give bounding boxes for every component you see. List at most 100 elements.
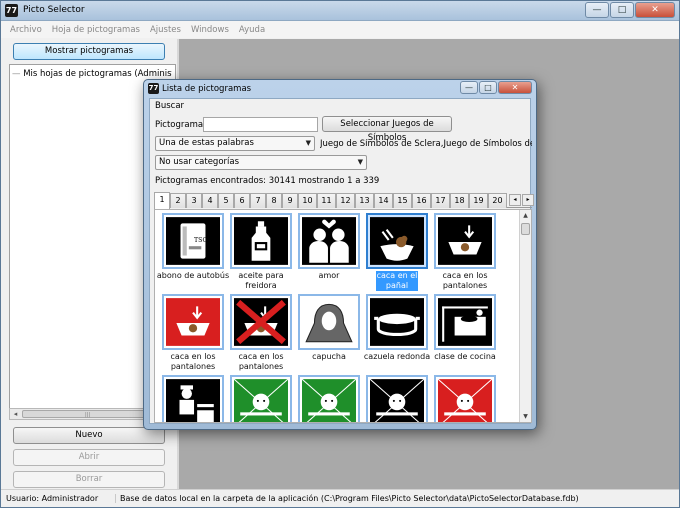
menu-bar: Archivo Hoja de pictogramas Ajustes Wind…	[1, 21, 679, 38]
tab-11[interactable]: 11	[317, 193, 336, 208]
tab-15[interactable]: 15	[393, 193, 412, 208]
tab-5[interactable]: 5	[218, 193, 234, 208]
pictogram-search-input[interactable]	[203, 117, 318, 132]
window-title: Picto Selector	[23, 5, 85, 15]
pictogram-thumbnail[interactable]	[298, 294, 360, 350]
pictogram-label: Pictograma	[155, 120, 204, 130]
pictogram-thumbnail[interactable]	[434, 213, 496, 269]
bus-pass-icon: TSC	[166, 217, 220, 265]
scroll-up-icon[interactable]: ▲	[520, 210, 531, 221]
pictogram-thumbnail[interactable]	[366, 294, 428, 350]
tab-7[interactable]: 7	[250, 193, 266, 208]
close-button[interactable]: ✕	[635, 2, 675, 18]
chevron-down-icon: ▼	[357, 158, 363, 166]
tab-9[interactable]: 9	[282, 193, 298, 208]
tab-17[interactable]: 17	[431, 193, 450, 208]
select-symbol-sets-button[interactable]: Seleccionar Juegos de Símbolos	[322, 116, 452, 143]
pictogram-thumbnail[interactable]	[230, 213, 292, 269]
tab-1[interactable]: 1	[154, 192, 170, 209]
svg-text:TSC: TSC	[194, 237, 207, 244]
love-couple-icon	[302, 217, 356, 265]
tab-scroll-left-icon[interactable]: ◂	[509, 194, 521, 206]
word-mode-value: Una de estas palabras	[159, 138, 254, 148]
tab-6[interactable]: 6	[234, 193, 250, 208]
pictogram-caption: cazuela redonda	[363, 352, 431, 361]
tab-12[interactable]: 12	[336, 193, 355, 208]
menu-archivo[interactable]: Archivo	[5, 25, 47, 35]
scroll-down-icon[interactable]: ▼	[520, 411, 531, 422]
chevron-down-icon: ▼	[305, 139, 311, 147]
cook-icon	[166, 379, 220, 422]
pictogram-thumbnail[interactable]	[434, 375, 496, 422]
diaper-poop-icon	[370, 217, 424, 265]
pictogram-thumbnail[interactable]	[230, 294, 292, 350]
dialog-body: Buscar Pictograma Seleccionar Juegos de …	[149, 98, 534, 424]
tab-3[interactable]: 3	[186, 193, 202, 208]
dialog-title: Lista de pictogramas	[162, 84, 252, 94]
plate-red-icon	[438, 379, 492, 422]
menu-hoja[interactable]: Hoja de pictogramas	[47, 25, 145, 35]
pictogram-caption: caca en los pantalones	[442, 271, 488, 290]
plate-dark-icon	[370, 379, 424, 422]
status-database: Base de datos local en la carpeta de la …	[115, 494, 579, 503]
tab-14[interactable]: 14	[374, 193, 393, 208]
scroll-thumb[interactable]: |||	[22, 410, 152, 418]
pictogram-caption: caca en los pantalones	[238, 352, 284, 371]
tab-18[interactable]: 18	[450, 193, 469, 208]
minimize-button[interactable]: —	[585, 2, 609, 18]
symbol-sets-text: Juego de Símbolos de Sclera,Juego de Sím…	[320, 139, 532, 149]
scroll-thumb[interactable]	[521, 223, 530, 235]
tab-19[interactable]: 19	[469, 193, 488, 208]
category-select[interactable]: No usar categorías ▼	[155, 155, 367, 170]
tab-4[interactable]: 4	[202, 193, 218, 208]
results-count: Pictogramas encontrados: 30141 mostrando…	[155, 176, 380, 186]
oil-bottle-icon	[234, 217, 288, 265]
pictogram-caption: caca en el pañal	[376, 271, 418, 291]
pictogram-thumbnail[interactable]: TSC	[162, 213, 224, 269]
pictogram-caption: caca en los pantalones	[170, 352, 216, 371]
pictogram-caption: abono de autobús	[156, 271, 230, 280]
pictogram-grid: ▲ ▼ TSC abono de autobús aceite para freid…	[154, 209, 532, 423]
pictogram-caption: clase de cocina	[434, 352, 496, 361]
pictogram-thumbnail[interactable]	[366, 213, 428, 269]
tree-item-my-sheets[interactable]: — Mis hojas de pictogramas (Administrado…	[12, 69, 172, 79]
pictogram-thumbnail[interactable]	[366, 375, 428, 422]
tab-10[interactable]: 10	[298, 193, 317, 208]
word-mode-select[interactable]: Una de estas palabras ▼	[155, 136, 315, 151]
dialog-maximize-button[interactable]: □	[479, 81, 497, 94]
tab-8[interactable]: 8	[266, 193, 282, 208]
cooking-class-icon	[438, 298, 492, 346]
pictogram-thumbnail[interactable]	[162, 375, 224, 422]
delete-button[interactable]: Borrar	[13, 471, 165, 488]
pictogram-thumbnail[interactable]	[230, 375, 292, 422]
menu-ajustes[interactable]: Ajustes	[145, 25, 186, 35]
pictogram-thumbnail[interactable]	[298, 213, 360, 269]
menu-ayuda[interactable]: Ayuda	[234, 25, 270, 35]
tab-13[interactable]: 13	[355, 193, 374, 208]
pictogram-caption: amor	[318, 271, 340, 280]
pictogram-thumbnail[interactable]	[434, 294, 496, 350]
pictogram-caption: aceite para freidora	[238, 271, 284, 290]
vertical-scrollbar[interactable]: ▲ ▼	[519, 210, 531, 422]
dialog-minimize-button[interactable]: —	[460, 81, 478, 94]
page-tabs: 1 2 3 4 5 6 7 8 9 10 11 12 13 14 15 16 17 18 19 20 ◂ ▸	[154, 192, 534, 209]
tab-16[interactable]: 16	[412, 193, 431, 208]
new-button[interactable]: Nuevo	[13, 427, 165, 444]
show-pictograms-button[interactable]: Mostrar pictogramas	[13, 43, 165, 60]
pants-poop-crossed-icon	[234, 298, 288, 346]
pictogram-thumbnail[interactable]	[298, 375, 360, 422]
dialog-close-button[interactable]: ✕	[498, 81, 532, 94]
scroll-left-icon[interactable]: ◂	[10, 409, 21, 419]
pants-poop-icon	[438, 217, 492, 265]
menu-windows[interactable]: Windows	[186, 25, 234, 35]
pictogram-thumbnail[interactable]	[162, 294, 224, 350]
tab-20[interactable]: 20	[488, 193, 507, 208]
tab-scroll-right-icon[interactable]: ▸	[522, 194, 534, 206]
hood-icon	[302, 298, 356, 346]
round-pot-icon	[370, 298, 424, 346]
tree-connector-icon: —	[12, 69, 21, 79]
maximize-button[interactable]: □	[610, 2, 634, 18]
search-group-label: Buscar	[155, 101, 185, 111]
open-button[interactable]: Abrir	[13, 449, 165, 466]
tab-2[interactable]: 2	[170, 193, 186, 208]
